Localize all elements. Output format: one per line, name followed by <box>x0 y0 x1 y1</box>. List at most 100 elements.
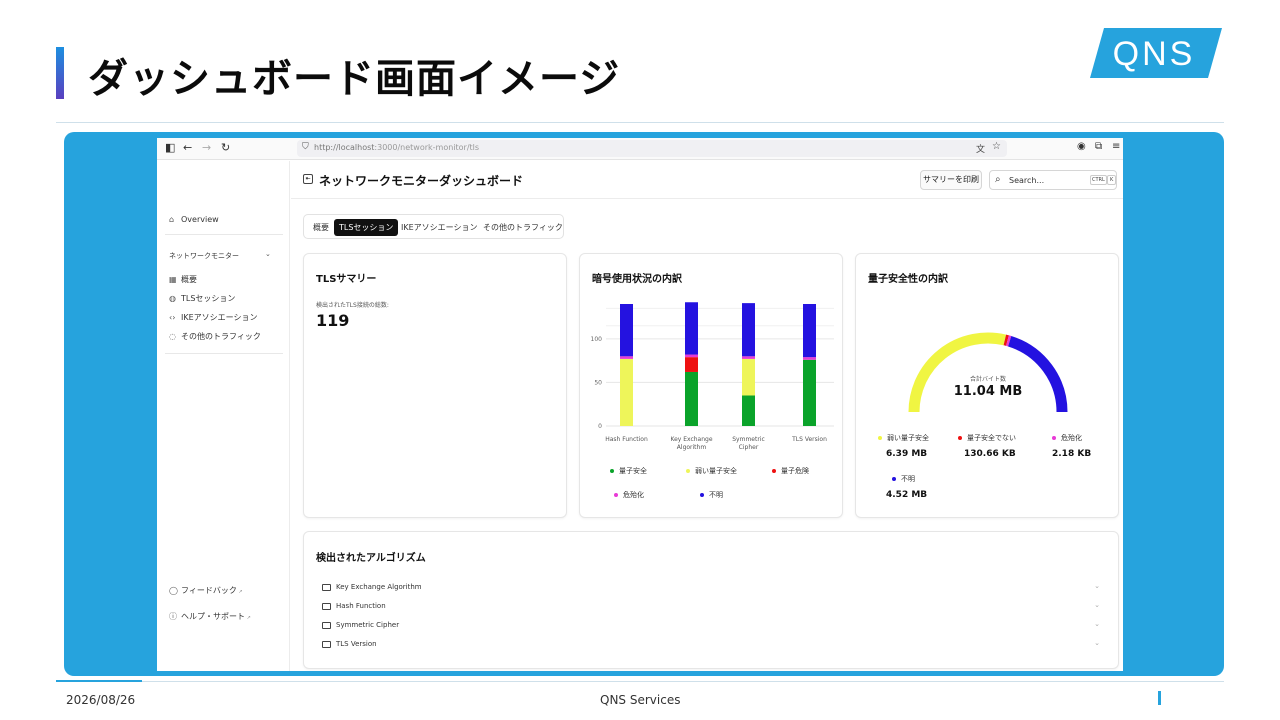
sidebar-item-tls[interactable]: ◍ TLSセッション <box>169 293 235 304</box>
sidebar-divider <box>165 234 283 235</box>
search-placeholder: Search... <box>1009 176 1045 185</box>
chevron-down-icon[interactable]: ⌄ <box>1094 620 1100 628</box>
y-tick-label: 100 <box>591 336 603 343</box>
sidebar-item-label: ヘルプ・サポート <box>181 612 245 621</box>
sidebar-item-label: IKEアソシエーション <box>181 313 258 322</box>
y-tick-label: 50 <box>594 379 602 386</box>
back-icon[interactable]: ← <box>183 141 192 154</box>
sidebar-item-ike[interactable]: ‹› IKEアソシエーション <box>169 312 258 323</box>
tab-bar: 概要 TLSセッション IKEアソシエーション その他のトラフィック <box>303 214 564 239</box>
chevron-down-icon[interactable]: ⌄ <box>265 250 271 258</box>
chevron-down-icon[interactable]: ⌄ <box>1094 601 1100 609</box>
sidebar-item-summary[interactable]: ▦ 概要 <box>169 274 197 285</box>
footer-page-marker <box>1158 691 1161 705</box>
legend-unknown: 不明 <box>892 474 915 484</box>
legend-value-not-safe: 130.66 KB <box>964 449 1016 459</box>
title-accent-bar <box>56 47 64 99</box>
total-bytes-label: 合計バイト数 <box>969 376 1006 383</box>
legend-label: 量子危険 <box>781 467 809 475</box>
url-bar[interactable]: ⛉ http://localhost:3000/network-monitor/… <box>297 140 1007 157</box>
print-summary-button[interactable]: サマリーを印刷 <box>920 170 982 190</box>
slide: ダッシュボード画面イメージ QNS ◧ ← → ↻ ⛉ http://local… <box>0 0 1280 720</box>
bar-segment <box>803 304 816 358</box>
menu-icon[interactable]: ≡ <box>1112 141 1120 152</box>
legend-item: 量子危険 <box>772 466 809 476</box>
algorithm-row-label: Hash Function <box>336 602 386 610</box>
legend-compromised: 危殆化 <box>1052 433 1082 443</box>
sidebar-item-overview[interactable]: ⌂ Overview <box>169 215 219 224</box>
search-icon: ⌕ <box>995 174 1001 185</box>
shield-icon: ⛉ <box>302 142 309 152</box>
bar-segment <box>803 357 816 360</box>
algorithm-row-tls-version[interactable]: TLS Version <box>322 640 377 648</box>
tab-ike[interactable]: IKEアソシエーション <box>396 219 483 236</box>
sidebar-section-network-monitor[interactable]: ネットワークモニター <box>169 251 239 261</box>
x-tick-label: Key Exchange <box>670 436 712 443</box>
app-sidebar: ⌂ Overview ネットワークモニター ⌄ ▦ 概要 ◍ TLSセッション ‹› I… <box>157 161 290 671</box>
bar-segment <box>742 358 755 396</box>
gauge-segment <box>1003 334 1009 346</box>
search-input[interactable]: ⌕ Search... CTRL K <box>989 170 1117 190</box>
algorithm-row-hash[interactable]: Hash Function <box>322 602 386 610</box>
legend-value-unknown: 4.52 MB <box>886 490 928 500</box>
bar-segment <box>803 359 816 426</box>
bar-segment <box>620 356 633 359</box>
y-tick-label: 0 <box>598 423 602 430</box>
tab-other-traffic[interactable]: その他のトラフィック <box>478 219 568 236</box>
sidebar-item-label: Overview <box>181 215 219 224</box>
forward-icon[interactable]: → <box>202 141 211 154</box>
sidebar-item-help[interactable]: ⓘ ヘルプ・サポート ↗ <box>169 611 251 622</box>
tls-summary-title: TLSサマリー <box>316 274 377 285</box>
legend-weak-safe: 弱い量子安全 <box>878 433 929 443</box>
slide-title: ダッシュボード画面イメージ <box>88 56 621 102</box>
reload-icon[interactable]: ↻ <box>221 141 230 154</box>
algorithm-row-label: TLS Version <box>336 640 377 648</box>
info-icon: ⓘ <box>169 612 177 621</box>
chevron-down-icon[interactable]: ⌄ <box>1094 582 1100 590</box>
url-text: http://localhost:3000/network-monitor/tl… <box>314 143 480 152</box>
algorithm-row-label: Key Exchange Algorithm <box>336 583 422 591</box>
code-icon: ‹› <box>169 313 176 322</box>
account-icon[interactable]: ◉ <box>1077 141 1086 152</box>
x-tick-label: Cipher <box>739 444 759 451</box>
legend-item: 不明 <box>700 490 723 500</box>
browser-window: ◧ ← → ↻ ⛉ http://localhost:3000/network-… <box>157 138 1123 671</box>
legend-label: 危殆化 <box>1061 434 1082 442</box>
legend-dot <box>700 493 704 497</box>
footer-accent <box>56 680 142 682</box>
translate-icon[interactable]: 文 <box>976 142 985 155</box>
folder-icon <box>322 621 331 629</box>
crypto-usage-card: 暗号使用状況の内訳 0 50 100 Hash Function Key Exchang… <box>579 253 843 518</box>
chevron-down-icon[interactable]: ⌄ <box>1094 639 1100 647</box>
sidebar-toggle-icon[interactable]: ◧ <box>165 141 175 154</box>
sidebar-item-other-traffic[interactable]: ◌ その他のトラフィック <box>169 331 261 342</box>
sidebar-item-feedback[interactable]: ◯ フィードバック ↗ <box>169 585 243 596</box>
legend-dot <box>610 469 614 473</box>
total-bytes-value: 11.04 MB <box>953 384 1023 399</box>
tab-summary[interactable]: 概要 <box>308 219 334 236</box>
algorithms-card: 検出されたアルゴリズム Key Exchange Algorithm ⌄ Has… <box>303 531 1119 669</box>
bar-segment <box>685 371 698 426</box>
legend-dot <box>1052 436 1056 440</box>
legend-dot <box>686 469 690 473</box>
main-header: ⇤ ネットワークモニターダッシュボード サマリーを印刷 ⌕ Search... … <box>291 161 1123 199</box>
gauge-segment <box>1006 335 1012 347</box>
bar-segment <box>685 357 698 372</box>
bookmark-star-icon[interactable]: ☆ <box>992 141 1001 152</box>
bar-segment <box>620 304 633 357</box>
collapse-sidebar-icon[interactable]: ⇤ <box>303 174 313 184</box>
legend-dot <box>878 436 882 440</box>
legend-dot <box>772 469 776 473</box>
algorithm-row-symmetric[interactable]: Symmetric Cipher <box>322 621 399 629</box>
legend-label: 危殆化 <box>623 491 644 499</box>
sidebar-item-label: 概要 <box>181 275 197 284</box>
extensions-icon[interactable]: ⧉ <box>1095 141 1102 152</box>
algorithm-row-key-exchange[interactable]: Key Exchange Algorithm <box>322 583 422 591</box>
globe-icon: ◍ <box>169 294 176 303</box>
sidebar-section-label: ネットワークモニター <box>169 252 239 260</box>
tab-tls-sessions[interactable]: TLSセッション <box>334 219 399 236</box>
shield-small-icon: ◌ <box>169 332 176 341</box>
bar-segment <box>742 395 755 426</box>
shortcut-k: K <box>1107 175 1117 185</box>
sidebar-item-label: その他のトラフィック <box>181 332 261 341</box>
